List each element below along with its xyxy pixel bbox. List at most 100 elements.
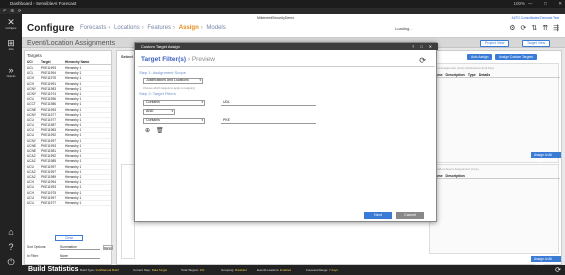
filter-1-value[interactable]: UDL bbox=[221, 100, 316, 106]
sort-icon[interactable]: ⇅ bbox=[531, 24, 537, 32]
cell-target: PKE11991 bbox=[41, 81, 57, 86]
col-target[interactable]: Target bbox=[41, 60, 65, 64]
clear-button[interactable]: Clear bbox=[55, 235, 83, 241]
step-target-filters[interactable]: Target Filter(s) bbox=[141, 56, 186, 63]
cell-target: PKE11986 bbox=[41, 102, 57, 107]
dialog-maximize-icon[interactable]: □ bbox=[420, 43, 422, 50]
assign-all-button-2[interactable]: Assign to All Targets bbox=[531, 256, 561, 267]
side-box bbox=[121, 164, 135, 259]
sync-icon[interactable]: ⟳ bbox=[521, 24, 527, 32]
chevron-down-icon: ▾ bbox=[201, 118, 203, 122]
assign-custom-targets-button[interactable]: Assign Custom Targets bbox=[495, 54, 537, 60]
nav-outputs[interactable]: » Outputs bbox=[0, 65, 22, 79]
cell-target: PKE11975 bbox=[41, 76, 57, 81]
auto-assign-button[interactable]: Auto Assign bbox=[467, 54, 493, 60]
step-preview[interactable]: Preview bbox=[192, 56, 215, 63]
dialog-close-icon[interactable]: ✕ bbox=[429, 43, 432, 50]
cell-uci: UCCT bbox=[27, 102, 36, 107]
minimize-button[interactable]: — bbox=[528, 0, 533, 8]
home-button[interactable]: ⌂ bbox=[0, 228, 22, 237]
cell-target: PKE11992 bbox=[41, 133, 57, 138]
cell-uci: UCU bbox=[27, 133, 34, 138]
cell-uci: UCU bbox=[27, 117, 34, 122]
nav-label: Jobs bbox=[8, 48, 14, 51]
cell-hierarchy: Hierarchy 1 bbox=[65, 123, 82, 128]
cell-uci: UCNY bbox=[27, 112, 37, 117]
filter-2-select[interactable]: Contains ▾ bbox=[143, 118, 205, 124]
zoom-level[interactable]: 100% bbox=[513, 0, 525, 8]
cell-target: PKE11987 bbox=[41, 123, 57, 128]
filter-2-value[interactable]: PKE bbox=[221, 118, 316, 124]
col-uci[interactable]: UCI bbox=[27, 60, 41, 64]
target-view-button[interactable]: Target View bbox=[522, 39, 551, 47]
nav-configure[interactable]: ✕ Configure bbox=[0, 18, 22, 31]
crumb-forecasts[interactable]: Forecasts bbox=[80, 25, 106, 31]
add-filter-icon[interactable]: ⊕ bbox=[145, 127, 150, 134]
next-button[interactable]: Next bbox=[364, 212, 392, 219]
maximize-button[interactable]: □ bbox=[544, 0, 547, 8]
cell-uci: UCU bbox=[27, 164, 34, 169]
crumb-locations[interactable]: Locations bbox=[114, 25, 140, 31]
project-status[interactable]: AI/TO Consolidated Demand Test bbox=[512, 16, 559, 20]
cell-target: PKE11985 bbox=[41, 159, 57, 164]
assign-all-button[interactable]: Assign to All Targets bbox=[531, 152, 561, 163]
settings-icon[interactable]: ⚙ bbox=[509, 24, 515, 32]
event-assignment-table: Event Assignment (Live) (All Events) (Fu… bbox=[429, 63, 560, 163]
cell-uci: UCNE bbox=[27, 143, 37, 148]
sort-label: Sort Options: bbox=[27, 245, 47, 249]
cell-hierarchy: Hierarchy 1 bbox=[65, 97, 82, 102]
cell-hierarchy: Hierarchy 1 bbox=[65, 154, 82, 159]
crumb-features[interactable]: Features bbox=[147, 25, 171, 31]
cell-hierarchy: Hierarchy 1 bbox=[65, 190, 82, 195]
cell-hierarchy: Hierarchy 1 bbox=[65, 138, 82, 143]
scope-select[interactable]: Justifications and Locations ▾ bbox=[143, 78, 203, 84]
stat-build-type: Build Type: Full/Manual Build bbox=[80, 268, 119, 272]
cell-target: PKE11993 bbox=[41, 107, 57, 112]
cell-target: PKE11993 bbox=[41, 185, 57, 190]
cell-target: PKE11997 bbox=[41, 164, 57, 169]
chart-icon[interactable]: ⇈ bbox=[542, 24, 548, 32]
sort-select[interactable]: Summation bbox=[60, 245, 100, 250]
col-type[interactable]: Type bbox=[468, 73, 476, 77]
col-description[interactable]: Description bbox=[446, 73, 465, 77]
chevron-down-icon: ▾ bbox=[201, 100, 203, 104]
divider bbox=[138, 66, 435, 67]
filter-1-select[interactable]: Contains ▾ bbox=[143, 100, 205, 106]
cell-uci: UCNE bbox=[27, 107, 37, 112]
crumb-assign[interactable]: Assign bbox=[179, 25, 199, 31]
event-location-table: Event/Loc Event Assignment (Live) Name D… bbox=[429, 164, 560, 254]
stat-grouping: Grouping: Disabled bbox=[221, 268, 247, 272]
project-view-button[interactable]: Project View bbox=[480, 39, 510, 47]
logic-select[interactable]: AND ▾ bbox=[143, 109, 175, 115]
home-icon: ⌂ bbox=[8, 227, 14, 237]
trash-icon[interactable]: 🗑 bbox=[156, 127, 164, 134]
refresh-icon[interactable]: ⟳ bbox=[555, 266, 561, 274]
targets-header-row: UCI Target Hierarchy Name bbox=[27, 60, 111, 65]
tree-icon[interactable]: ⇶ bbox=[553, 24, 559, 32]
cell-hierarchy: Hierarchy 1 bbox=[65, 71, 82, 76]
left-nav: ✕ Configure ⊞ Jobs » Outputs ⌂ ? ⏻ bbox=[0, 14, 22, 275]
cell-hierarchy: Hierarchy 1 bbox=[65, 91, 82, 96]
cell-uci: UCA2 bbox=[27, 169, 36, 174]
chevrons-icon: » bbox=[8, 65, 14, 75]
nav-jobs[interactable]: ⊞ Jobs bbox=[0, 38, 22, 52]
close-button[interactable]: ✕ bbox=[558, 0, 562, 8]
col-hierarchy[interactable]: Hierarchy Name bbox=[65, 60, 105, 64]
stat-event-locations: Event/Locations: Enabled bbox=[257, 268, 292, 272]
col-details[interactable]: Details bbox=[479, 73, 490, 77]
cell-target: PKE11993 bbox=[41, 143, 57, 148]
sort-direction[interactable]: DESC bbox=[103, 245, 113, 250]
refresh-icon[interactable]: ⟳ bbox=[419, 56, 426, 65]
cell-uci: UCNE bbox=[27, 149, 37, 153]
crumb-models[interactable]: Models bbox=[206, 25, 225, 31]
dialog-help-icon[interactable]: ? bbox=[412, 43, 414, 50]
cancel-button[interactable]: Cancel bbox=[396, 212, 424, 219]
cell-uci: UCH bbox=[27, 190, 34, 195]
footer-title: Build Statistics bbox=[28, 266, 79, 273]
table-row[interactable]: UCU PKE11977 Hierarchy 1 bbox=[27, 201, 111, 207]
help-button[interactable]: ? bbox=[0, 243, 22, 252]
filter-select[interactable]: None bbox=[60, 254, 100, 259]
jobs-icon: ⊞ bbox=[7, 38, 15, 48]
col-description[interactable]: Description bbox=[446, 174, 465, 178]
stat-forecast-range: Forecast Range: 7 days bbox=[306, 268, 338, 272]
